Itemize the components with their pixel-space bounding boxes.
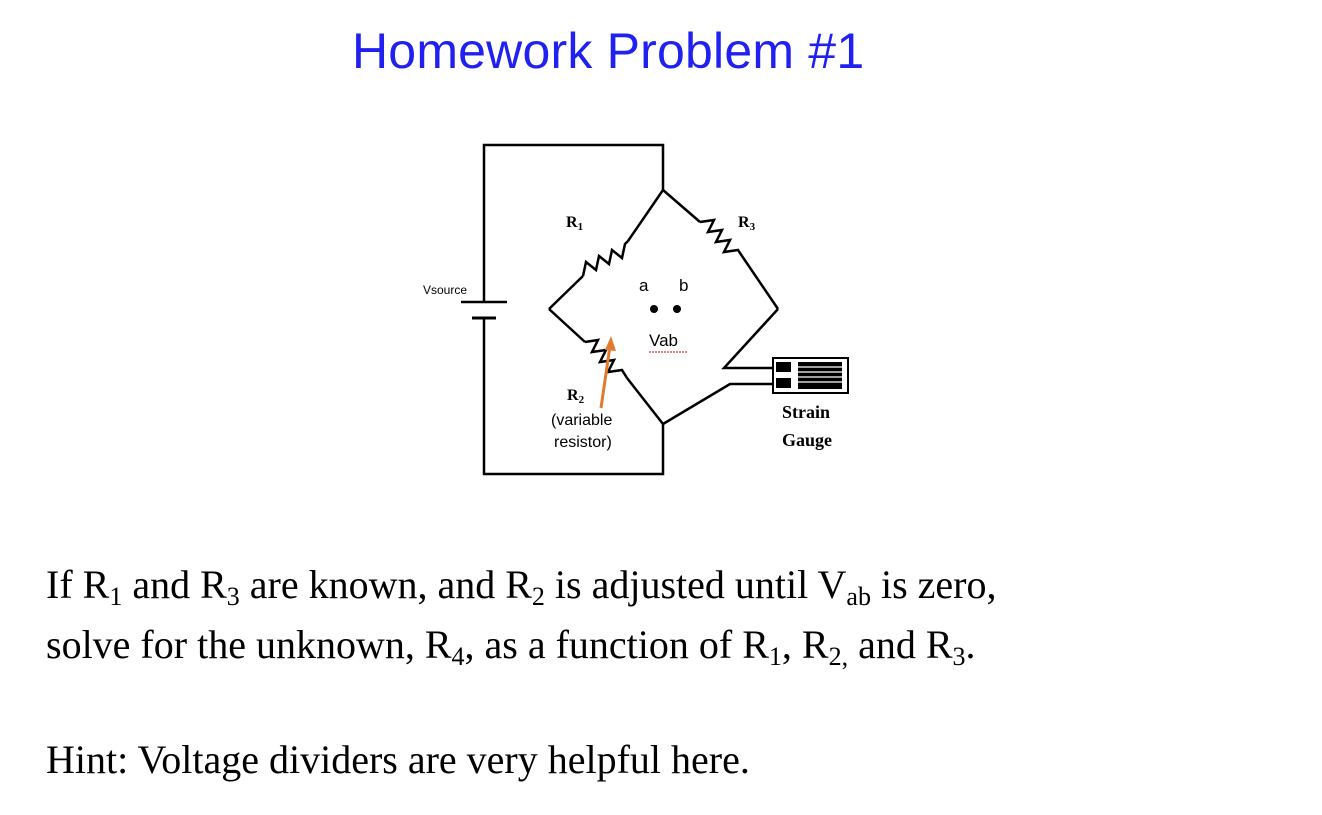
wheatstone-bridge-diagram: Vsource R1 R3 R2 (variable resistor) a b… [423,143,849,476]
wire-r1-upper [626,189,665,242]
vsource-label: Vsource [423,283,467,297]
r2-note-line2: resistor) [554,434,612,451]
r3-resistor-zigzag [699,218,744,257]
node-a-dot [650,305,658,313]
vab-label: Vab [649,331,678,350]
wire-right-to-gauge [721,308,779,370]
strain-gauge-icon [772,357,849,394]
strain-gauge-label-line1: Strain [782,402,830,422]
r1-label: R1 [566,214,583,233]
r2-label: R2 [567,387,585,406]
wire-r2-upper [548,308,586,343]
r3-label: R3 [738,214,756,233]
arrow-head-icon [605,336,616,351]
r2-note-line1: (variable [551,412,612,429]
wire-r2-lower [626,377,664,425]
problem-statement-line1: If R1 and R3 are known, and R2 is adjust… [46,562,997,611]
strain-gauge-label-line2: Gauge [782,430,832,450]
hint-text: Hint: Voltage dividers are very helpful … [46,737,750,782]
r1-resistor-zigzag [581,240,629,277]
node-b-label: b [679,276,688,295]
wire-r3-upper [662,189,701,223]
wire-r1-lower [548,275,584,310]
wire-r3-lower [740,255,780,310]
wire-gauge-return [662,382,778,426]
problem-statement-line2: solve for the unknown, R4, as a function… [46,622,976,671]
node-b-dot [673,305,681,313]
node-a-label: a [639,276,649,295]
